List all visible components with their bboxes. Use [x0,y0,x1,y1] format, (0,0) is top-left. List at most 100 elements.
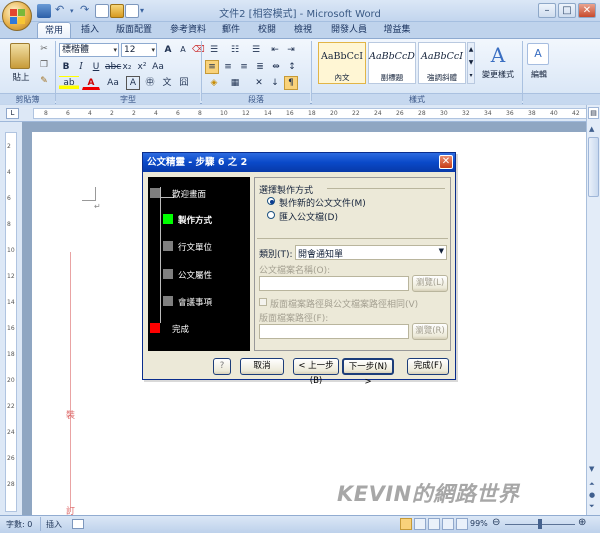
finish-button[interactable]: 完成(F) [407,358,449,375]
word-count[interactable]: 字數: 0 [6,519,32,530]
grow-font-icon[interactable]: A [161,43,175,57]
enclose-characters-icon[interactable]: ㊥ [143,76,157,90]
outline-view-icon[interactable] [442,518,454,530]
help-button[interactable]: ? [213,358,231,375]
align-right-icon[interactable]: ≡ [237,60,251,74]
numbering-icon[interactable]: ☷ [226,43,244,57]
ruler-strip[interactable]: 8 6 4 2 2 4 6 8 10 12 14 16 18 20 22 24 26 28 30 32 34 36 38 40… [33,108,588,119]
align-left-icon[interactable]: ≡ [205,60,219,74]
align-center-icon[interactable]: ≡ [221,60,235,74]
font-name-combo[interactable]: 標楷體 ▾ [59,43,119,57]
category-select[interactable]: 開會通知單 ▼ [295,245,447,260]
paste-icon[interactable] [10,43,30,69]
style-item-emphasis[interactable]: AaBbCcI 強調斜體 [418,42,466,84]
zoom-out-icon[interactable]: ⊖ [492,517,500,528]
change-styles-icon[interactable]: A [484,43,512,67]
tab-review[interactable]: 校閱 [252,22,282,39]
print-layout-view-icon[interactable] [400,518,412,530]
next-page-icon[interactable]: ⏷ [589,502,595,511]
ruler-toggle-icon[interactable]: ▤ [588,107,599,119]
borders-icon[interactable]: ▦ [226,76,244,90]
sort-icon[interactable]: ↓ [268,76,282,90]
tab-add-ins[interactable]: 增益集 [378,22,416,39]
strikethrough-icon[interactable]: abc [104,60,121,74]
draft-view-icon[interactable] [456,518,468,530]
radio-new-document[interactable] [267,197,275,205]
phonetic-guide-icon[interactable]: 文 [160,76,174,90]
next-button[interactable]: 下一步(N) > [342,358,394,387]
show-hide-marks-icon[interactable]: ¶ [284,76,298,90]
chinese-layout-icon[interactable]: ✕ [252,76,266,90]
vertical-ruler-strip[interactable]: 2 4 6 8 10 12 14 16 18 20 22 24 26 28 [5,132,17,512]
font-color-icon[interactable]: A [82,76,100,90]
subscript-icon[interactable]: x₂ [120,60,134,74]
character-shading-icon[interactable]: Aa [104,76,122,90]
cancel-button[interactable]: 取消 [240,358,284,375]
bullets-icon[interactable]: ☰ [205,43,223,57]
tab-developer[interactable]: 開發人員 [326,22,372,39]
back-button[interactable]: < 上一步(B) [293,358,339,386]
macro-record-icon[interactable] [72,519,84,529]
tab-home[interactable]: 常用 [37,22,71,39]
tab-selector-icon[interactable]: L [6,108,19,119]
same-path-checkbox[interactable] [259,298,267,306]
web-layout-view-icon[interactable] [428,518,440,530]
copy-icon[interactable]: ❐ [37,58,51,72]
line-spacing-icon[interactable]: ↕ [285,60,299,74]
paste-label[interactable]: 貼上 [7,71,35,83]
decrease-indent-icon[interactable]: ⇤ [268,43,282,57]
maximize-button[interactable]: □ [558,3,576,18]
close-button[interactable]: ✕ [578,3,596,18]
file-name-input[interactable] [259,276,409,291]
radio-import-document[interactable] [267,211,275,219]
format-painter-icon[interactable]: ✎ [37,74,51,88]
superscript-icon[interactable]: x² [135,60,149,74]
increase-indent-icon[interactable]: ⇥ [284,43,298,57]
clear-formatting-icon[interactable]: ⌫ [191,43,205,57]
zoom-in-icon[interactable]: ⊕ [578,517,586,528]
shrink-font-icon[interactable]: A [176,43,190,57]
tab-references[interactable]: 參考資料 [164,22,212,39]
browse-layout-button[interactable]: 瀏覽(R) [412,323,448,340]
underline-icon[interactable]: U [89,60,103,74]
shading-icon[interactable]: ◈ [205,76,223,90]
ruler-number: 6 [66,110,70,117]
option-label[interactable]: 匯入公文檔(D) [279,210,338,223]
editing-label[interactable]: 編輯 [524,69,554,80]
change-case-icon[interactable]: Aa [151,60,165,74]
highlight-icon[interactable]: ab [59,76,79,90]
character-border-icon[interactable]: A [126,76,140,90]
distributed-icon[interactable]: ⇹ [269,60,283,74]
style-item-normal[interactable]: AaBbCcI 內文 [318,42,366,84]
full-screen-view-icon[interactable] [414,518,426,530]
cut-icon[interactable]: ✂ [37,42,51,56]
scroll-up-icon[interactable]: ▲ [589,125,594,133]
previous-page-icon[interactable]: ⏶ [589,480,595,489]
zoom-level[interactable]: 99% [470,519,488,528]
font-size-combo[interactable]: 12 ▾ [121,43,157,57]
scroll-thumb[interactable] [588,137,599,197]
scroll-down-icon[interactable]: ▼ [589,465,594,473]
italic-icon[interactable]: I [74,60,88,74]
find-icon[interactable]: A [527,43,549,65]
browse-file-button[interactable]: 瀏覽(L) [412,275,448,292]
dialog-close-button[interactable]: ✕ [439,155,453,169]
multilevel-list-icon[interactable]: ☰ [247,43,265,57]
style-item-subtitle[interactable]: AaBbCcD 副標題 [368,42,416,84]
vertical-scrollbar[interactable]: ▤ ▲ ▼ ⏶ ● ⏷ [586,105,600,515]
bold-icon[interactable]: B [59,60,73,74]
zoom-slider-thumb[interactable] [538,519,542,529]
character-scaling-icon[interactable]: 囧 [177,76,191,90]
tab-mailings[interactable]: 郵件 [216,22,246,39]
tab-insert[interactable]: 插入 [74,22,106,39]
change-styles-label[interactable]: 變更樣式 [474,69,522,80]
justify-icon[interactable]: ≣ [253,60,267,74]
tab-view[interactable]: 檢視 [288,22,318,39]
minimize-button[interactable]: – [538,3,556,18]
option-label[interactable]: 製作新的公文文件(M) [279,196,366,209]
tab-page-layout[interactable]: 版面配置 [110,22,158,39]
insert-mode[interactable]: 插入 [46,519,62,530]
office-button[interactable] [2,1,32,31]
layout-path-input[interactable] [259,324,409,339]
browse-object-icon[interactable]: ● [589,491,595,499]
